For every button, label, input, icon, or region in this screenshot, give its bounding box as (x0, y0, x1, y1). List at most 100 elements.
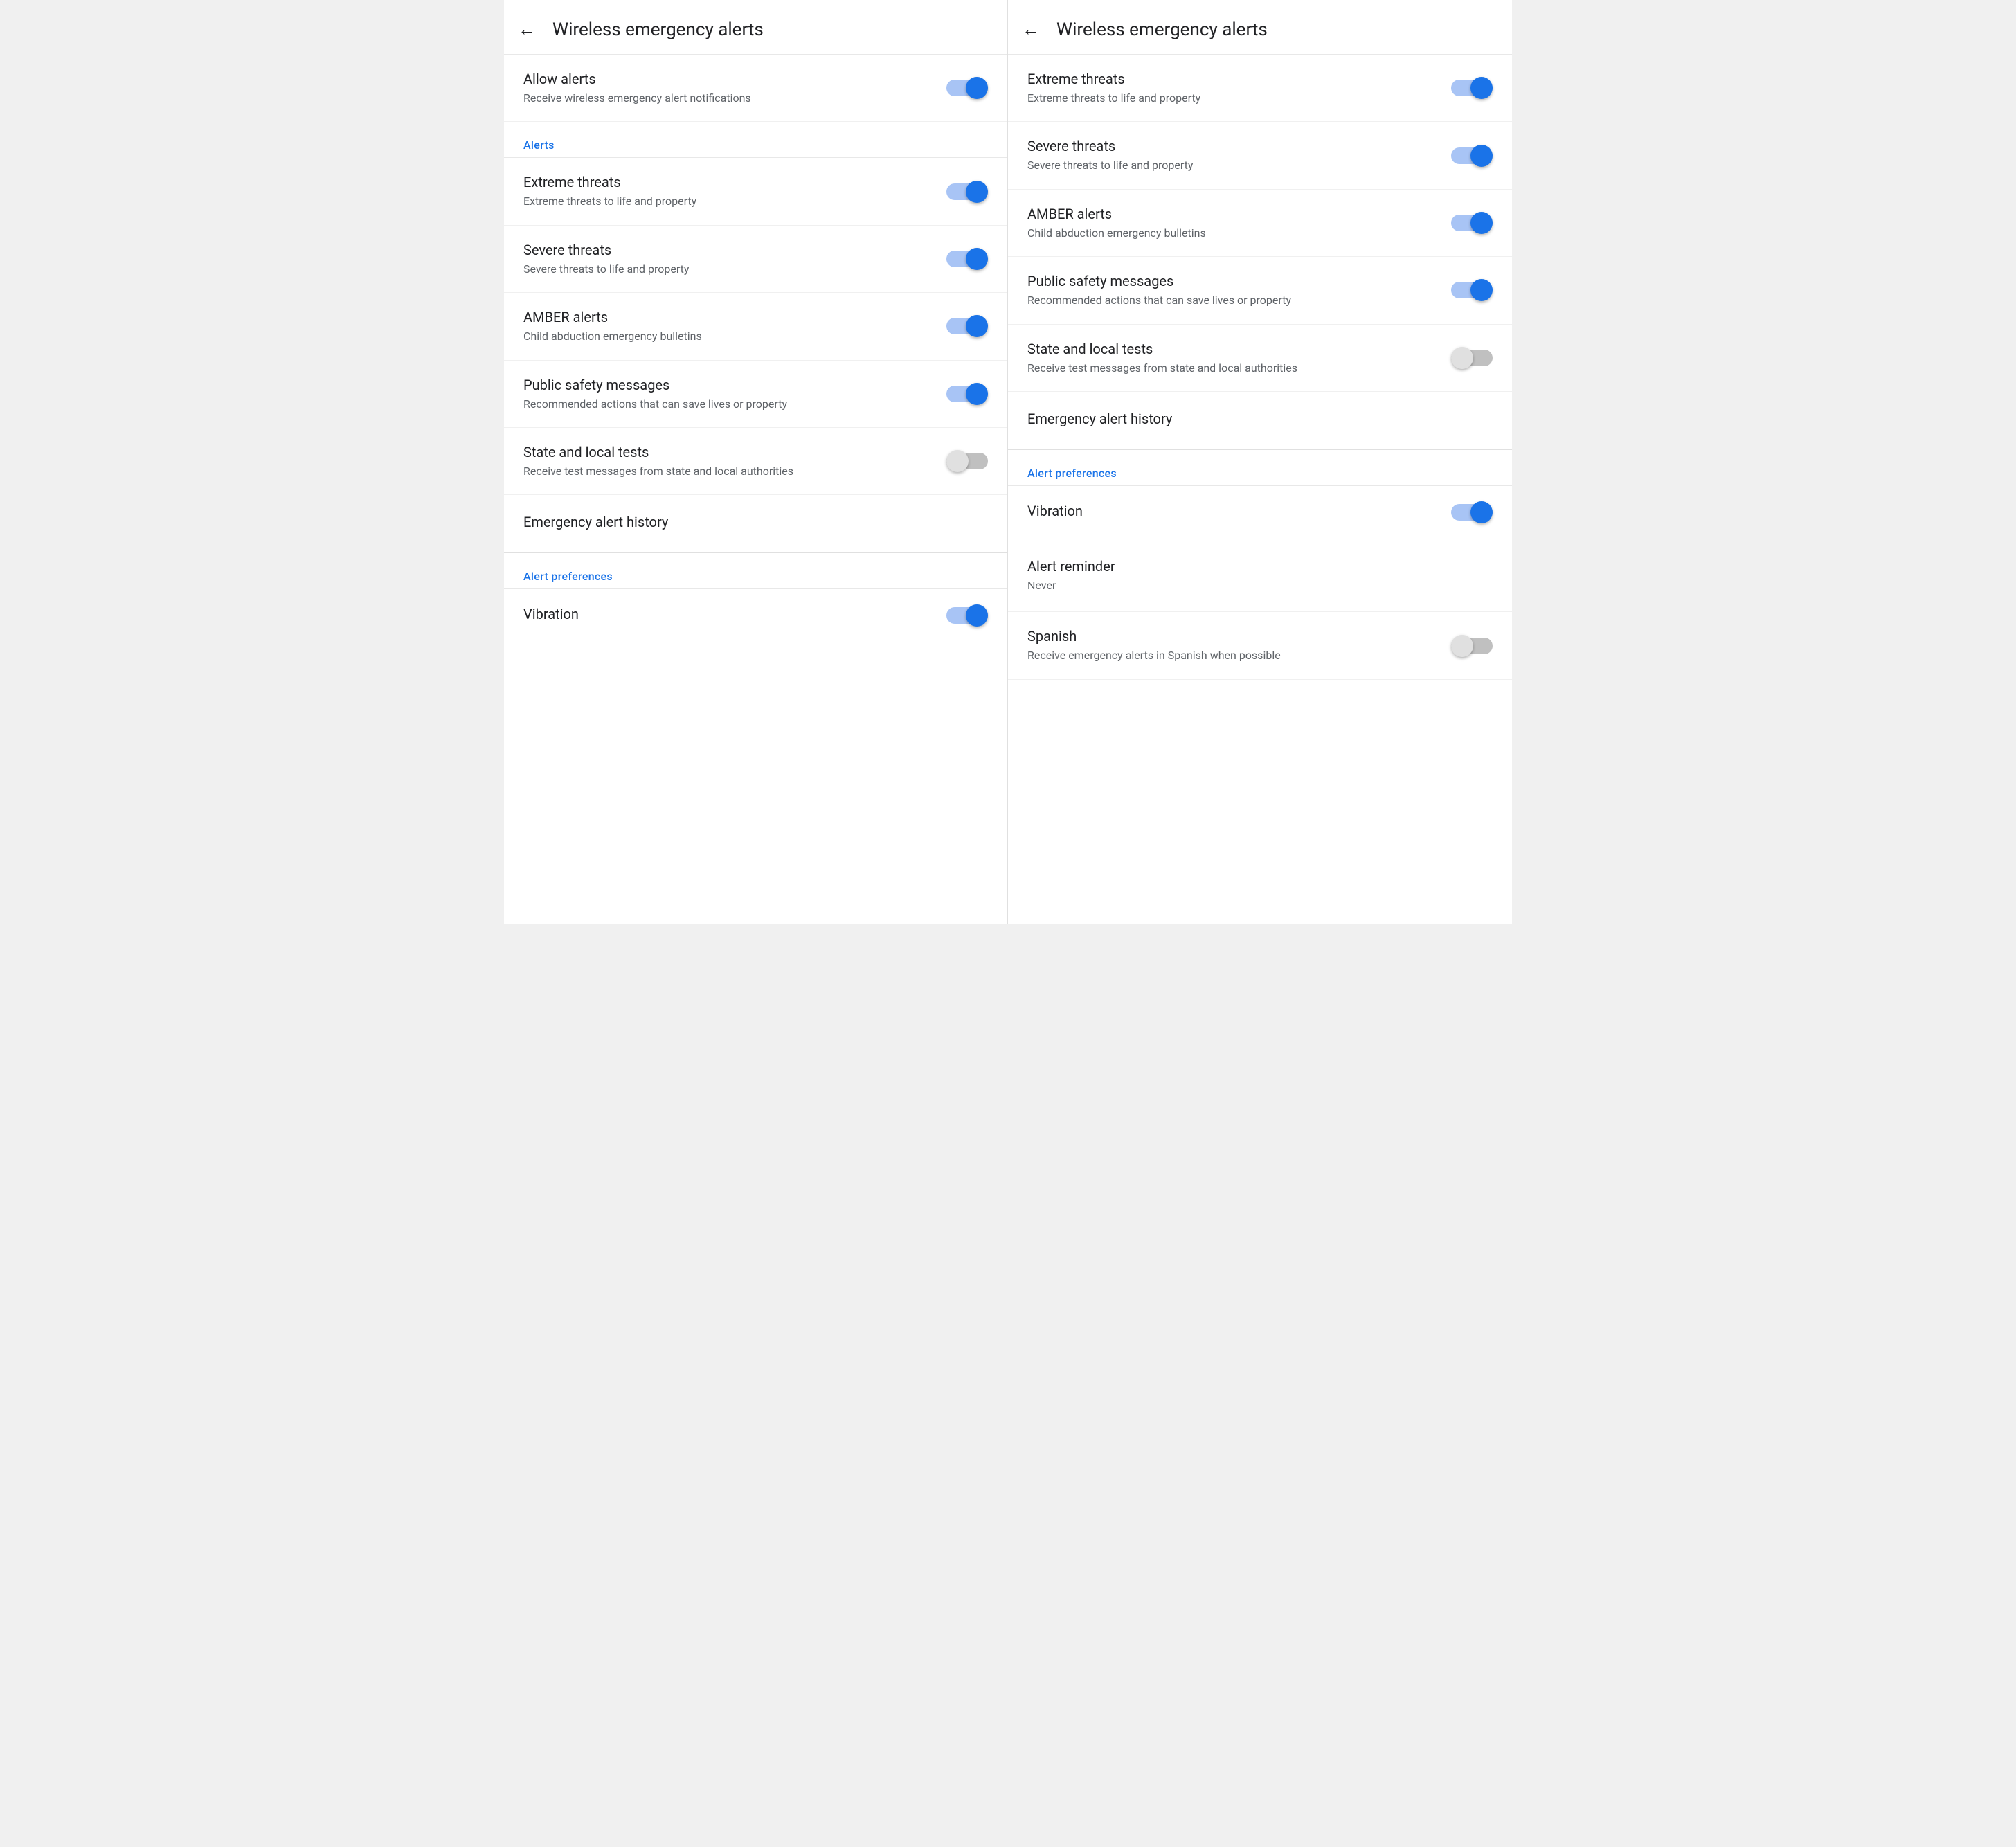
section-label: Alerts (523, 138, 555, 152)
extreme-threats-item[interactable]: Extreme threats Extreme threats to life a… (504, 158, 1007, 225)
amber-alerts-r-toggle[interactable] (1451, 212, 1493, 234)
section-header: Alert preferences (504, 553, 1007, 589)
state-local-tests-r-subtitle: Receive test messages from state and loc… (1027, 361, 1437, 376)
severe-threats-r-toggle-thumb (1470, 145, 1493, 167)
severe-threats-toggle[interactable] (946, 248, 988, 270)
extreme-threats-toggle[interactable] (946, 181, 988, 203)
emergency-alert-history-r-title: Emergency alert history (1027, 410, 1172, 428)
emergency-alert-history-item[interactable]: Emergency alert history (504, 495, 1007, 552)
state-local-tests-r-item[interactable]: State and local tests Receive test messag… (1008, 325, 1512, 392)
section-header: Alert preferences (1008, 450, 1512, 486)
spanish-r-text: Spanish Receive emergency alerts in Spani… (1027, 627, 1451, 663)
allow-alerts-toggle-thumb (966, 77, 988, 99)
state-local-tests-r-toggle-thumb (1451, 347, 1473, 369)
public-safety-text: Public safety messages Recommended action… (523, 376, 946, 412)
extreme-threats-r-subtitle: Extreme threats to life and property (1027, 91, 1437, 106)
severe-threats-r-title: Severe threats (1027, 137, 1437, 155)
content-area: Extreme threats Extreme threats to life a… (1008, 55, 1512, 924)
extreme-threats-r-title: Extreme threats (1027, 70, 1437, 88)
screen-right: ←Wireless emergency alerts Extreme threat… (1008, 0, 1512, 924)
amber-alerts-item[interactable]: AMBER alerts Child abduction emergency bu… (504, 293, 1007, 360)
amber-alerts-text: AMBER alerts Child abduction emergency bu… (523, 308, 946, 344)
amber-alerts-title: AMBER alerts (523, 308, 933, 326)
state-local-tests-title: State and local tests (523, 443, 933, 461)
public-safety-r-title: Public safety messages (1027, 272, 1437, 290)
back-arrow-icon[interactable]: ← (518, 21, 536, 39)
public-safety-item[interactable]: Public safety messages Recommended action… (504, 361, 1007, 428)
extreme-threats-text: Extreme threats Extreme threats to life a… (523, 173, 946, 209)
public-safety-r-text: Public safety messages Recommended action… (1027, 272, 1451, 308)
allow-alerts-title: Allow alerts (523, 70, 933, 88)
spanish-r-title: Spanish (1027, 627, 1437, 645)
page-title: Wireless emergency alerts (552, 19, 764, 40)
emergency-alert-history-title: Emergency alert history (523, 513, 668, 531)
vibration-text: Vibration (523, 605, 946, 626)
extreme-threats-r-toggle-thumb (1470, 77, 1493, 99)
amber-alerts-subtitle: Child abduction emergency bulletins (523, 329, 933, 344)
content-area: Allow alerts Receive wireless emergency a… (504, 55, 1007, 924)
extreme-threats-r-item[interactable]: Extreme threats Extreme threats to life a… (1008, 55, 1512, 122)
vibration-r-text: Vibration (1027, 502, 1451, 523)
back-arrow-icon[interactable]: ← (1022, 21, 1040, 39)
screens-container: ← Wireless emergency alerts Allow alerts Re… (504, 0, 1512, 924)
amber-alerts-toggle-thumb (966, 315, 988, 337)
public-safety-r-subtitle: Recommended actions that can save lives … (1027, 293, 1437, 308)
extreme-threats-r-text: Extreme threats Extreme threats to life a… (1027, 70, 1451, 106)
state-local-tests-toggle-thumb (946, 450, 969, 472)
public-safety-r-toggle-thumb (1470, 279, 1493, 301)
extreme-threats-r-toggle[interactable] (1451, 77, 1493, 99)
emergency-alert-history-r-item[interactable]: Emergency alert history (1008, 392, 1512, 449)
extreme-threats-subtitle: Extreme threats to life and property (523, 194, 933, 209)
vibration-r-item[interactable]: Vibration (1008, 486, 1512, 539)
state-local-tests-r-text: State and local tests Receive test messag… (1027, 340, 1451, 376)
section-header: Alerts (504, 122, 1007, 158)
severe-threats-r-item[interactable]: Severe threats Severe threats to life and… (1008, 122, 1512, 189)
severe-threats-r-toggle[interactable] (1451, 145, 1493, 167)
amber-alerts-r-text: AMBER alerts Child abduction emergency bu… (1027, 205, 1451, 241)
spanish-r-toggle[interactable] (1451, 635, 1493, 657)
state-local-tests-item[interactable]: State and local testsReceive test messag… (504, 428, 1007, 495)
public-safety-r-item[interactable]: Public safety messages Recommended action… (1008, 257, 1512, 324)
vibration-r-title: Vibration (1027, 502, 1437, 520)
amber-alerts-r-item[interactable]: AMBER alerts Child abduction emergency bu… (1008, 190, 1512, 257)
vibration-r-toggle[interactable] (1451, 501, 1493, 523)
header: ← Wireless emergency alerts (504, 0, 1007, 55)
vibration-item[interactable]: Vibration (504, 589, 1007, 642)
vibration-toggle-thumb (966, 604, 988, 627)
severe-threats-r-subtitle: Severe threats to life and property (1027, 158, 1437, 173)
alert-reminder-r-title: Alert reminder (1027, 557, 1115, 575)
state-local-tests-text: State and local testsReceive test messag… (523, 443, 946, 479)
section-label: Alert preferences (1027, 467, 1117, 480)
extreme-threats-toggle-thumb (966, 181, 988, 203)
severe-threats-r-text: Severe threats Severe threats to life and… (1027, 137, 1451, 173)
public-safety-title: Public safety messages (523, 376, 933, 394)
header: ←Wireless emergency alerts (1008, 0, 1512, 55)
amber-alerts-r-subtitle: Child abduction emergency bulletins (1027, 226, 1437, 241)
section-label: Alert preferences (523, 570, 613, 583)
allow-alerts-toggle[interactable] (946, 77, 988, 99)
allow-alerts-subtitle: Receive wireless emergency alert notific… (523, 91, 933, 106)
alert-reminder-r-item[interactable]: Alert reminderNever (1008, 539, 1512, 612)
state-local-tests-r-title: State and local tests (1027, 340, 1437, 358)
vibration-toggle[interactable] (946, 604, 988, 627)
severe-threats-subtitle: Severe threats to life and property (523, 262, 933, 277)
public-safety-toggle[interactable] (946, 383, 988, 405)
state-local-tests-r-toggle[interactable] (1451, 347, 1493, 369)
public-safety-subtitle: Recommended actions that can save lives … (523, 397, 933, 412)
screen-left: ← Wireless emergency alerts Allow alerts Re… (504, 0, 1008, 924)
spanish-r-toggle-thumb (1451, 635, 1473, 657)
public-safety-toggle-thumb (966, 383, 988, 405)
amber-alerts-toggle[interactable] (946, 315, 988, 337)
public-safety-r-toggle[interactable] (1451, 279, 1493, 301)
state-local-tests-toggle[interactable] (946, 450, 988, 472)
allow-alerts-item[interactable]: Allow alerts Receive wireless emergency a… (504, 55, 1007, 122)
extreme-threats-title: Extreme threats (523, 173, 933, 191)
amber-alerts-r-toggle-thumb (1470, 212, 1493, 234)
spanish-r-item[interactable]: Spanish Receive emergency alerts in Spani… (1008, 612, 1512, 679)
allow-alerts-text: Allow alerts Receive wireless emergency a… (523, 70, 946, 106)
severe-threats-item[interactable]: Severe threats Severe threats to life and… (504, 226, 1007, 293)
amber-alerts-r-title: AMBER alerts (1027, 205, 1437, 223)
severe-threats-toggle-thumb (966, 248, 988, 270)
spanish-r-subtitle: Receive emergency alerts in Spanish when… (1027, 648, 1437, 663)
severe-threats-title: Severe threats (523, 241, 933, 259)
